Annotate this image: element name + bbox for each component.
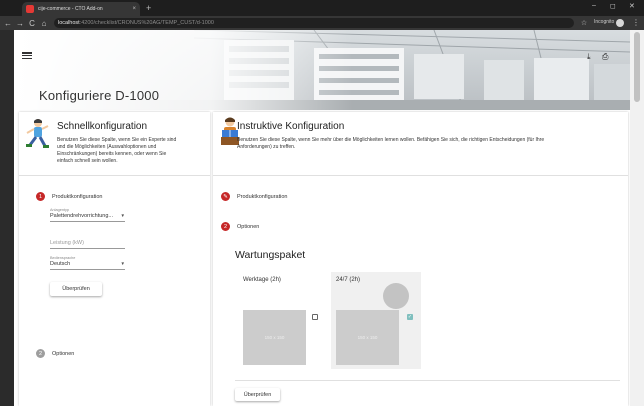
reload-icon[interactable]: C <box>26 19 38 28</box>
anlagentyp-value: Palettendrehvorrichtung... <box>50 213 113 219</box>
guided-config-title: Instruktive Konfiguration <box>237 121 345 132</box>
maximize-icon[interactable]: ◻ <box>610 2 616 10</box>
new-tab-button[interactable]: + <box>146 3 151 13</box>
window-close-icon[interactable]: ✕ <box>629 2 635 10</box>
back-icon[interactable]: ← <box>2 19 14 28</box>
anlagentyp-select[interactable]: Anlagentyp Palettendrehvorrichtung... ▼ <box>50 208 125 222</box>
page-scrollbar[interactable] <box>630 30 644 406</box>
address-bar[interactable]: localhost :4200/checklist/CRONUS%20AG/TE… <box>54 18 574 28</box>
quick-check-button[interactable]: Überprüfen <box>50 282 102 296</box>
step-number-badge: 2 <box>221 222 230 231</box>
selection-ripple <box>383 283 409 309</box>
package-title: Wartungspaket <box>235 249 306 261</box>
step-label: Optionen <box>237 223 260 230</box>
package-checkbox-checked[interactable]: ✓ <box>407 314 413 320</box>
quick-config-panel: Schnellkonfiguration Benutzen Sie diese … <box>19 112 210 406</box>
leistung-input[interactable]: Leistung (kW) <box>50 240 125 249</box>
url-path: :4200/checklist/CRONUS%20AG/TEMP_CUST/d-… <box>79 20 214 26</box>
package-option-werktage[interactable]: Werktage (2h) 150 x 150 <box>238 272 328 369</box>
forward-icon[interactable]: → <box>14 19 26 28</box>
incognito-label: Incognito <box>594 19 615 25</box>
guided-check-button[interactable]: Überprüfen <box>235 388 280 401</box>
step-number-badge: 1 <box>36 192 45 201</box>
divider <box>213 175 628 176</box>
package-option-name: Werktage (2h) <box>243 277 281 283</box>
app-favicon-icon <box>26 5 34 13</box>
chevron-down-icon: ▼ <box>120 213 125 218</box>
quick-step-product-config[interactable]: 1 Produktkonfiguration <box>36 192 102 201</box>
menu-hamburger-icon[interactable] <box>22 52 32 59</box>
bookmark-star-icon[interactable]: ☆ <box>578 19 590 27</box>
divider <box>235 380 620 381</box>
chevron-down-icon: ▼ <box>120 261 125 266</box>
step-label: Optionen <box>52 350 75 357</box>
browser-menu-icon[interactable]: ⋮ <box>632 18 640 27</box>
print-icon[interactable]: ⎙ <box>602 52 608 62</box>
quick-step-options[interactable]: 2 Optionen <box>36 349 74 358</box>
step-label: Produktkonfiguration <box>237 193 288 200</box>
tab-title: cije-commerce - CTO Add-on <box>38 6 103 12</box>
guided-config-panel: Instruktive Konfiguration Benutzen Sie d… <box>213 112 628 406</box>
package-option-name: 24/7 (2h) <box>336 277 361 283</box>
hero-banner: ⤓ ⎙ Konfiguriere D-1000 <box>14 30 630 110</box>
sprache-select[interactable]: Bediensprache Deutsch ▼ <box>50 256 125 270</box>
package-checkbox-unchecked[interactable] <box>312 314 318 320</box>
url-host: localhost <box>58 20 80 26</box>
running-person-icon <box>26 119 49 148</box>
browser-toolbar: ← → C ⌂ localhost :4200/checklist/CRONUS… <box>0 16 644 30</box>
guided-config-description: Benutzen Sie diese Spalte, wenn Sie mehr… <box>237 137 545 150</box>
incognito-avatar-icon[interactable] <box>616 19 624 27</box>
divider <box>19 175 210 176</box>
package-option-24-7[interactable]: 24/7 (2h) 150 x 150 ✓ <box>331 272 421 369</box>
guided-step-options[interactable]: 2 Optionen <box>221 222 259 231</box>
tab-bar: cije-commerce - CTO Add-on × + – ◻ ✕ <box>0 0 644 16</box>
step-number-badge: 2 <box>36 349 45 358</box>
home-icon[interactable]: ⌂ <box>38 19 50 28</box>
scrollbar-thumb[interactable] <box>634 32 640 102</box>
browser-tab[interactable]: cije-commerce - CTO Add-on × <box>22 2 140 16</box>
download-icon[interactable]: ⤓ <box>587 52 591 62</box>
browser-window: cije-commerce - CTO Add-on × + – ◻ ✕ ← →… <box>0 0 644 406</box>
edit-pencil-icon: ✎ <box>221 192 230 201</box>
guided-step-product-config[interactable]: ✎ Produktkonfiguration <box>221 192 287 201</box>
step-label: Produktkonfiguration <box>52 193 103 200</box>
tab-close-icon[interactable]: × <box>132 6 136 12</box>
page-content: ⤓ ⎙ Konfiguriere D-1000 Schnellkonfigura… <box>14 30 630 406</box>
minimize-icon[interactable]: – <box>592 2 596 9</box>
page-title: Konfiguriere D-1000 <box>39 88 160 103</box>
quick-config-description: Benutzen Sie diese Spalte, wenn Sie ein … <box>57 137 177 164</box>
sprache-value: Deutsch <box>50 261 71 267</box>
quick-config-title: Schnellkonfiguration <box>57 121 148 132</box>
package-image-placeholder: 150 x 150 <box>243 310 306 365</box>
package-image-placeholder: 150 x 150 <box>336 310 399 365</box>
